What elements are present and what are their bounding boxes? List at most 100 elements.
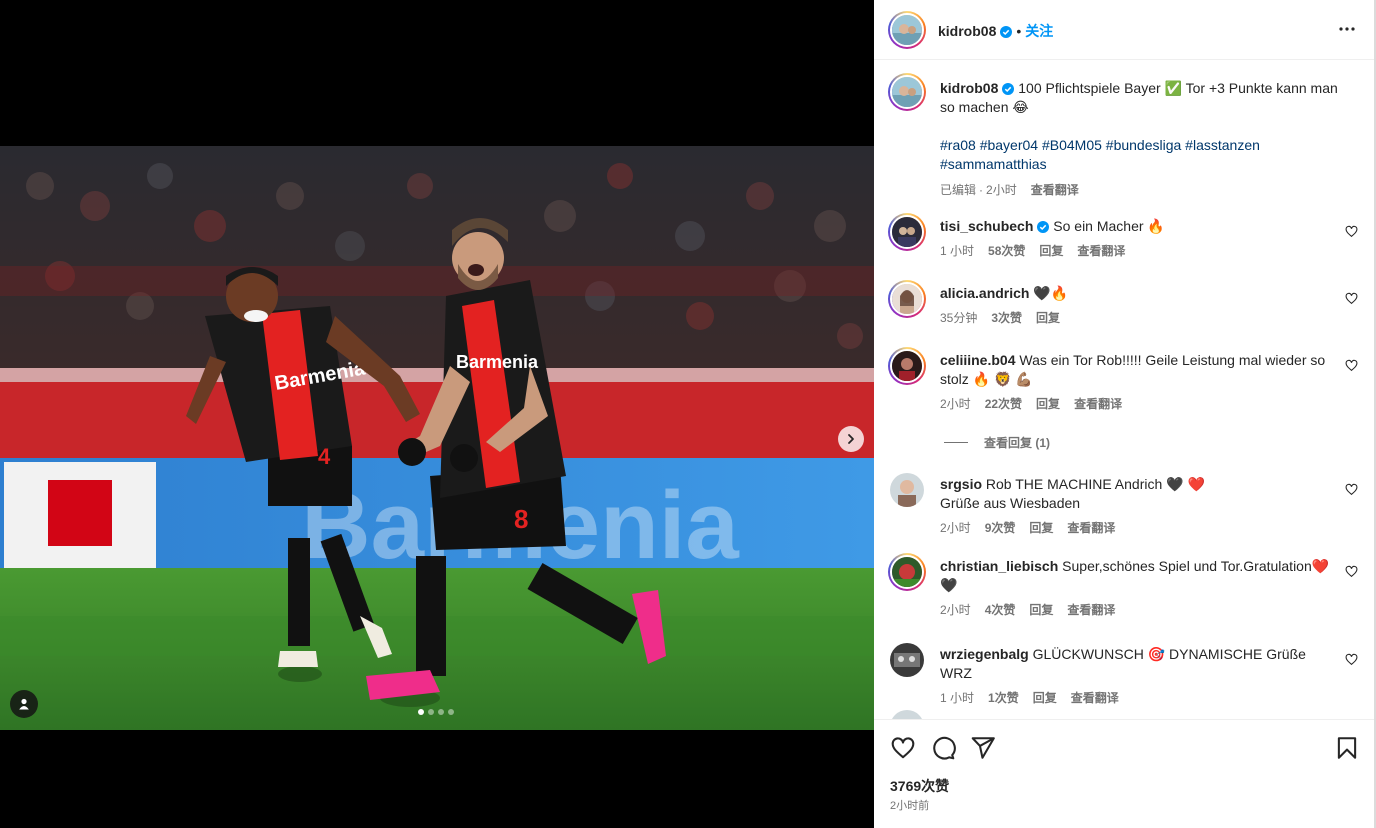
translate-link[interactable]: 查看翻译	[1067, 603, 1115, 617]
view-replies-button[interactable]: 查看回复 (1)	[944, 434, 1050, 451]
comment-body: christian_liebisch Super,schönes Spiel u…	[940, 557, 1330, 620]
carousel-next-button[interactable]	[838, 426, 864, 452]
comment-username[interactable]: christian_liebisch	[940, 558, 1058, 574]
comment-avatar[interactable]	[888, 553, 926, 591]
comment-body: wrziegenbalg GLÜCKWUNSCH 🎯 DYNAMISCHE Gr…	[940, 645, 1330, 708]
post-timestamp[interactable]: 2小时前	[890, 797, 929, 813]
comment-like-heart-icon[interactable]	[1345, 653, 1358, 666]
comment-time: 2小时	[940, 397, 971, 411]
caption-meta: 已编辑 · 2小时 查看翻译	[940, 183, 1079, 197]
comment-text: So ein Macher 🔥	[1053, 218, 1165, 234]
comment-time: 35分钟	[940, 311, 978, 325]
comment-username[interactable]: alicia.andrich	[940, 285, 1029, 301]
reply-button[interactable]: 回复	[1029, 603, 1053, 617]
carousel-dot	[418, 709, 424, 715]
reply-button[interactable]: 回复	[1039, 244, 1063, 258]
author-username[interactable]: kidrob08	[938, 23, 996, 39]
comment-username[interactable]: celiiine.b04	[940, 352, 1015, 368]
comment-text: Rob THE MACHINE Andrich 🖤 ❤️	[985, 476, 1205, 492]
comment-body: srgsio Rob THE MACHINE Andrich 🖤 ❤️ Grüß…	[940, 475, 1330, 538]
follow-button[interactable]: 关注	[1025, 23, 1053, 39]
comment-body: celiiine.b04 Was ein Tor Rob!!!!! Geile …	[940, 351, 1330, 414]
comment-likes[interactable]: 3次赞	[991, 311, 1022, 325]
comment-username[interactable]: srgsio	[940, 476, 982, 492]
tagged-users-button[interactable]	[10, 690, 38, 718]
share-send-icon[interactable]	[970, 735, 996, 761]
header-separator: •	[1016, 23, 1022, 39]
post-photo[interactable]: Barmenia Barmenia 4	[0, 146, 874, 730]
reply-button[interactable]: 回复	[1033, 691, 1057, 705]
author-avatar[interactable]	[888, 11, 926, 49]
comment-meta: 2小时 9次赞 回复 查看翻译	[940, 519, 1330, 538]
post-actions-bar: 3769次赞 2小时前	[874, 719, 1374, 828]
jersey-number-left: 4	[318, 444, 331, 469]
comment-meta: 1 小时 1次赞 回复 查看翻译	[940, 689, 1330, 708]
comment-like-heart-icon[interactable]	[1345, 483, 1358, 496]
comment-avatar[interactable]	[890, 643, 924, 677]
comment-meta: 2小时 22次赞 回复 查看翻译	[940, 395, 1330, 414]
comment-time: 2小时	[940, 521, 971, 535]
caption-hashtags[interactable]: #ra08 #bayer04 #B04M05 #bundesliga #lass…	[940, 136, 1350, 174]
reply-button[interactable]: 回复	[1029, 521, 1053, 535]
translate-link[interactable]: 查看翻译	[1067, 521, 1115, 535]
comment-avatar[interactable]	[888, 280, 926, 318]
comment-like-heart-icon[interactable]	[1345, 565, 1358, 578]
translate-link[interactable]: 查看翻译	[1077, 244, 1125, 258]
comment-username[interactable]: wrziegenbalg	[940, 646, 1029, 662]
carousel-indicator	[418, 709, 454, 715]
comment-like-heart-icon[interactable]	[1345, 359, 1358, 372]
caption-time: 2小时	[986, 183, 1017, 197]
comment-avatar[interactable]	[890, 473, 924, 507]
post-side-panel: kidrob08 • 关注 kidrob08 100 Pflichtspiele B…	[874, 0, 1374, 828]
caption-text: 100 Pflichtspiele Bayer ✅ Tor +3 Punkte …	[940, 80, 1338, 115]
jersey-number-right: 8	[514, 504, 528, 534]
verified-badge-icon	[1000, 26, 1013, 38]
more-horizontal-icon	[1339, 27, 1355, 31]
comment-likes[interactable]: 58次赞	[988, 244, 1025, 258]
comment-like-heart-icon[interactable]	[1345, 225, 1358, 238]
reply-button[interactable]: 回复	[1036, 311, 1060, 325]
comment-time: 1 小时	[940, 691, 975, 705]
comment-body: tisi_schubech So ein Macher 🔥 1 小时 58次赞 回复…	[940, 217, 1330, 261]
more-options-button[interactable]	[1338, 20, 1356, 43]
post-like-count[interactable]: 3769次赞	[890, 776, 949, 796]
header-user-line: kidrob08 • 关注	[938, 21, 1053, 41]
view-replies-label[interactable]: 查看回复 (1)	[984, 434, 1050, 451]
comment-likes[interactable]: 22次赞	[985, 397, 1022, 411]
comment-username[interactable]: tisi_schubech	[940, 218, 1033, 234]
comment-avatar-partial[interactable]	[890, 710, 924, 719]
carousel-dot	[438, 709, 444, 715]
comment-meta: 1 小时 58次赞 回复 查看翻译	[940, 242, 1330, 261]
comment-meta: 2小时 4次赞 回复 查看翻译	[940, 601, 1330, 620]
like-heart-icon[interactable]	[890, 735, 916, 761]
reply-button[interactable]: 回复	[1036, 397, 1060, 411]
comment-avatar[interactable]	[888, 213, 926, 251]
translate-link[interactable]: 查看翻译	[1074, 397, 1122, 411]
comment-likes[interactable]: 1次赞	[988, 691, 1019, 705]
carousel-dot	[448, 709, 454, 715]
translate-link[interactable]: 查看翻译	[1071, 691, 1119, 705]
edited-label: 已编辑	[940, 183, 977, 197]
comment-text-line-2: Grüße aus Wiesbaden	[940, 495, 1081, 511]
carousel-dot	[428, 709, 434, 715]
comment-time: 2小时	[940, 603, 971, 617]
instagram-post-viewer: Barmenia Barmenia 4	[0, 0, 1376, 828]
caption-author-avatar[interactable]	[888, 73, 926, 111]
comment-bubble-icon[interactable]	[930, 735, 956, 761]
comment-likes[interactable]: 9次赞	[985, 521, 1016, 535]
save-bookmark-icon[interactable]	[1334, 735, 1360, 761]
comment-avatar[interactable]	[888, 347, 926, 385]
jersey-sponsor-right: Barmenia	[456, 352, 539, 372]
chevron-right-icon	[848, 434, 854, 444]
post-media: Barmenia Barmenia 4	[0, 0, 874, 828]
caption-translate-link[interactable]: 查看翻译	[1031, 183, 1079, 197]
replies-divider	[944, 442, 968, 443]
comment-meta: 35分钟 3次赞 回复	[940, 309, 1330, 328]
comment-like-heart-icon[interactable]	[1345, 292, 1358, 305]
comment-likes[interactable]: 4次赞	[985, 603, 1016, 617]
verified-badge-icon	[1037, 221, 1050, 233]
comment-body: alicia.andrich 🖤🔥 35分钟 3次赞 回复	[940, 284, 1330, 328]
football-celebration-image: Barmenia Barmenia 4	[0, 146, 874, 730]
comments-list[interactable]: kidrob08 100 Pflichtspiele Bayer ✅ Tor +…	[874, 61, 1374, 719]
caption-username[interactable]: kidrob08	[940, 80, 998, 96]
